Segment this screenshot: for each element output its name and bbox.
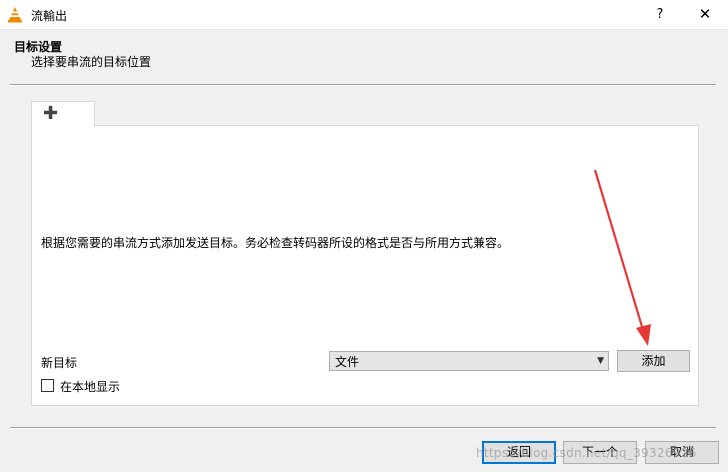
select-value: 文件 [335,355,360,369]
vlc-cone-icon [8,7,22,23]
info-text: 根据您需要的串流方式添加发送目标。务必检查转码器所设的格式是否与所用方式兼容。 [41,236,510,250]
title-bar: 流輸出 ? ✕ [0,0,728,30]
local-display-label: 在本地显示 [60,380,121,394]
tab-add-destination[interactable]: ✚ [31,101,95,127]
destination-type-select[interactable]: 文件 ▼ [329,351,609,371]
close-button[interactable]: ✕ [682,0,728,30]
divider [10,427,716,429]
help-button[interactable]: ? [640,0,680,30]
divider [10,84,716,86]
watermark: https://blog.csdn.net/qq_39326926 [476,446,697,460]
local-display-checkbox[interactable] [41,379,54,392]
new-target-label: 新目标 [41,356,78,370]
window-title: 流輸出 [31,9,68,23]
add-button[interactable]: 添加 [617,350,690,372]
page-subtitle: 选择要串流的目标位置 [31,55,152,69]
destination-panel: 根据您需要的串流方式添加发送目标。务必检查转码器所设的格式是否与所用方式兼容。 … [31,125,699,406]
plus-icon: ✚ [43,103,59,124]
chevron-down-icon: ▼ [597,356,604,366]
